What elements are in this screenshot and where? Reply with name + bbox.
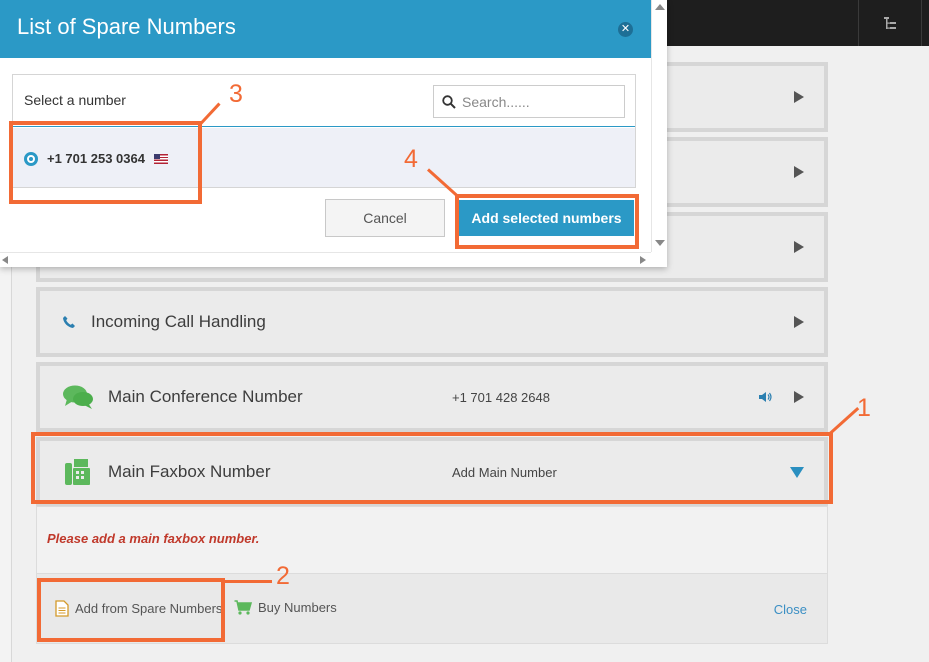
vertical-scrollbar[interactable] xyxy=(651,0,667,252)
expand-arrow-icon xyxy=(794,316,804,328)
select-header: Select a number xyxy=(13,75,635,127)
annotation-number-1: 1 xyxy=(857,394,871,422)
close-link[interactable]: Close xyxy=(774,602,807,617)
buy-numbers-label: Buy Numbers xyxy=(258,600,337,615)
phone-icon xyxy=(63,316,75,328)
error-message: Please add a main faxbox number. xyxy=(47,531,260,546)
annotation-highlight-3 xyxy=(9,121,202,204)
cart-icon xyxy=(234,600,252,615)
buy-numbers-link[interactable]: Buy Numbers xyxy=(234,600,337,615)
annotation-line-1 xyxy=(828,406,860,435)
tree-view-button[interactable] xyxy=(858,0,922,46)
select-title: Select a number xyxy=(24,92,126,108)
annotation-number-4: 4 xyxy=(404,145,418,173)
annotation-highlight-4 xyxy=(455,194,639,249)
annotation-highlight-2 xyxy=(37,578,225,642)
left-strip xyxy=(0,260,12,662)
chat-bubbles-icon xyxy=(63,385,93,409)
accordion-row-main-conference-number[interactable]: Main Conference Number +1 701 428 2648 xyxy=(36,362,828,432)
row-label: Main Conference Number xyxy=(108,387,303,406)
horizontal-scrollbar[interactable] xyxy=(0,252,651,267)
search-icon xyxy=(442,94,456,109)
annotation-number-3: 3 xyxy=(229,80,243,108)
annotation-highlight-1 xyxy=(31,432,833,504)
accordion-row-incoming-call-handling[interactable]: Incoming Call Handling xyxy=(36,287,828,357)
modal-title: List of Spare Numbers xyxy=(17,14,236,39)
row-value: +1 701 428 2648 xyxy=(452,389,550,405)
search-input[interactable] xyxy=(462,93,612,110)
volume-icon[interactable] xyxy=(758,391,772,403)
cancel-button[interactable]: Cancel xyxy=(325,199,445,237)
expand-arrow-icon xyxy=(794,391,804,403)
annotation-line-2 xyxy=(222,580,272,583)
search-box[interactable] xyxy=(433,85,625,118)
modal-header: List of Spare Numbers ✕ xyxy=(0,0,651,58)
expand-arrow-icon xyxy=(794,91,804,103)
modal-close-icon[interactable]: ✕ xyxy=(618,22,633,37)
expand-arrow-icon xyxy=(794,241,804,253)
tree-icon xyxy=(884,17,896,29)
annotation-number-2: 2 xyxy=(276,562,290,590)
row-label: Incoming Call Handling xyxy=(91,312,266,331)
expand-arrow-icon xyxy=(794,166,804,178)
